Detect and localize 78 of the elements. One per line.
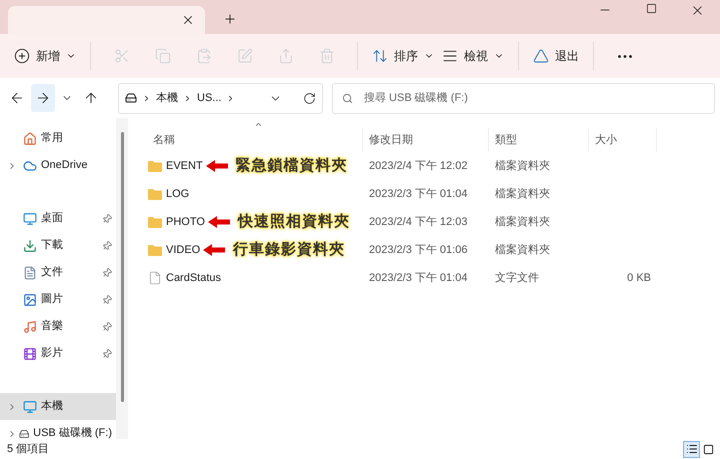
- size-cell: 0 KB: [627, 272, 651, 284]
- home-icon: [23, 132, 37, 146]
- file-name: LOG: [166, 186, 190, 202]
- column-header[interactable]: 類型: [489, 128, 589, 152]
- search-icon: [342, 92, 353, 104]
- sidebar-item[interactable]: 文件: [0, 259, 116, 286]
- file-name: CardStatus: [166, 270, 222, 286]
- desktop-icon: [23, 212, 37, 226]
- scrollbar[interactable]: [116, 118, 128, 439]
- file-icon: [148, 271, 162, 285]
- drive-icon: [125, 92, 137, 104]
- type-cell: 檔案資料夾: [495, 188, 550, 200]
- annotation-text: 行車錄影資料夾: [233, 240, 346, 260]
- folder-icon: [148, 244, 162, 256]
- breadcrumb[interactable]: 本機: [156, 90, 178, 106]
- video-icon: [23, 346, 37, 360]
- type-cell: 檔案資料夾: [495, 216, 550, 228]
- refresh-icon[interactable]: [303, 92, 316, 104]
- type-cell: 檔案資料夾: [495, 160, 550, 172]
- back-icon: [9, 90, 25, 106]
- arrow-icon: [203, 244, 226, 256]
- column-header[interactable]: 大小: [589, 128, 657, 152]
- computer-icon: [23, 400, 37, 414]
- document-icon: [23, 266, 37, 280]
- toolbar-button[interactable]: 排序: [368, 40, 438, 72]
- file-row[interactable]: PHOTO 快速照相資料夾 2023/2/4 下午 12:03 檔案資料夾: [148, 208, 720, 236]
- sidebar-item[interactable]: 影片: [0, 340, 116, 367]
- sidebar-item[interactable]: OneDrive: [0, 152, 116, 179]
- file-row[interactable]: LOG 2023/2/3 下午 01:04 檔案資料夾: [148, 180, 720, 208]
- annotation-text: 快速照相資料夾: [238, 212, 350, 232]
- date-cell: 2023/2/3 下午 01:06: [369, 244, 468, 256]
- nav-button[interactable]: [31, 84, 55, 112]
- toolbar-button[interactable]: 新增: [10, 40, 80, 72]
- close-icon[interactable]: [181, 13, 195, 27]
- maximize-icon[interactable]: [646, 3, 656, 14]
- picture-icon: [23, 292, 37, 306]
- type-cell: 文字文件: [495, 272, 539, 284]
- up-icon: [83, 90, 99, 106]
- search-field[interactable]: 搜尋 USB 磁碟機 (F:): [332, 82, 715, 114]
- address-bar[interactable]: 本機 US...: [118, 82, 323, 114]
- download-icon: [23, 238, 37, 252]
- column-header[interactable]: 名稱: [148, 128, 363, 152]
- date-cell: 2023/2/4 下午 12:03: [369, 216, 468, 228]
- tiles-view-icon: [703, 444, 714, 454]
- new-tab-icon[interactable]: [223, 12, 237, 26]
- sidebar-item[interactable]: 桌面: [0, 205, 116, 232]
- folder-icon: [148, 160, 162, 172]
- file-name: PHOTO: [166, 214, 205, 230]
- date-cell: 2023/2/3 下午 01:04: [369, 272, 468, 284]
- chevron-right-icon: [142, 94, 151, 102]
- status-text: 5 個項目: [7, 442, 50, 457]
- sidebar-item[interactable]: 下載: [0, 232, 116, 259]
- chevron-right-icon: [183, 94, 192, 102]
- column-header[interactable]: 修改日期: [363, 128, 489, 152]
- forward-icon: [35, 90, 51, 106]
- toolbar-button[interactable]: 檢視: [438, 40, 508, 72]
- file-row[interactable]: VIDEO 行車錄影資料夾 2023/2/3 下午 01:06 檔案資料夾: [148, 236, 720, 264]
- date-cell: 2023/2/3 下午 01:04: [369, 188, 468, 200]
- folder-icon: [148, 188, 162, 200]
- sidebar-item[interactable]: 本機: [0, 393, 116, 420]
- file-name: VIDEO: [166, 242, 200, 258]
- music-icon: [23, 320, 37, 334]
- annotation-text: 緊急鎖檔資料夾: [236, 156, 348, 176]
- toolbar-button[interactable]: 退出: [529, 40, 583, 72]
- cloud-icon: [23, 158, 37, 172]
- type-cell: 檔案資料夾: [495, 244, 550, 256]
- breadcrumb[interactable]: US...: [197, 90, 222, 106]
- arrow-icon: [208, 216, 230, 228]
- date-cell: 2023/2/4 下午 12:02: [369, 160, 468, 172]
- sidebar-item[interactable]: 常用: [0, 125, 116, 152]
- arrow-icon: [206, 160, 228, 172]
- file-name: EVENT: [166, 158, 203, 174]
- sidebar-item[interactable]: 音樂: [0, 313, 116, 340]
- file-row[interactable]: EVENT 緊急鎖檔資料夾 2023/2/4 下午 12:02 檔案資料夾: [148, 152, 720, 180]
- file-row[interactable]: CardStatus 2023/2/3 下午 01:04 文字文件 0 KB: [148, 264, 720, 292]
- folder-icon: [148, 216, 162, 228]
- sidebar-item[interactable]: 圖片: [0, 286, 116, 313]
- view-button[interactable]: [683, 440, 700, 458]
